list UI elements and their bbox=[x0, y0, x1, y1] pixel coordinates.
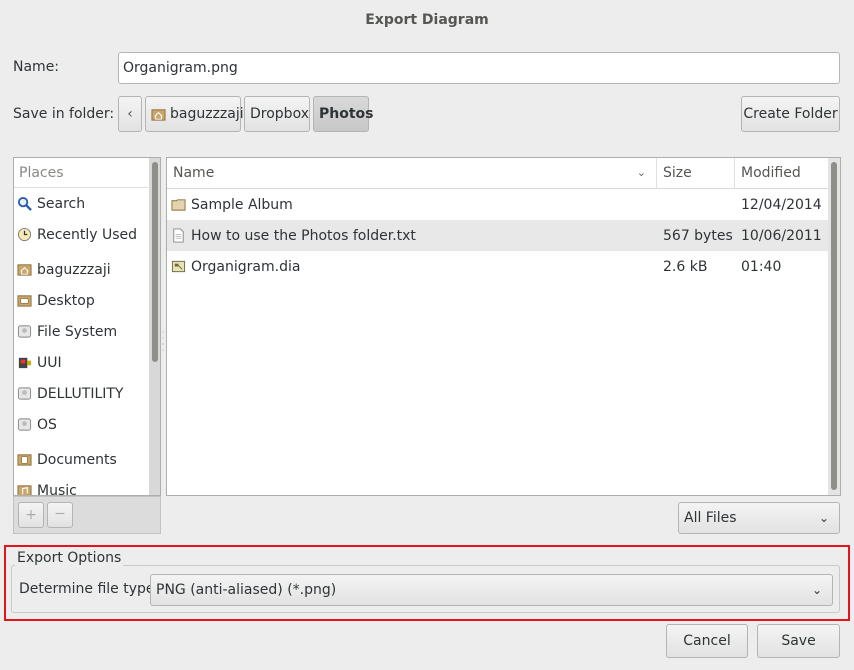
file-modified: 10/06/2011 bbox=[741, 227, 822, 244]
home-folder-icon bbox=[17, 264, 32, 276]
file-filter-value: All Files bbox=[684, 510, 737, 526]
file-list-scrollbar[interactable] bbox=[828, 158, 840, 495]
places-toolbar: + — bbox=[13, 496, 161, 534]
breadcrumb-home-label: baguzzzaji bbox=[170, 106, 244, 122]
place-item-music[interactable]: Music bbox=[14, 475, 148, 496]
breadcrumb-photos[interactable]: Photos bbox=[313, 96, 374, 132]
clock-icon bbox=[17, 227, 32, 242]
place-item-desktop[interactable]: Desktop bbox=[14, 285, 148, 316]
place-item-file-system[interactable]: File System bbox=[14, 316, 148, 347]
column-header-size[interactable]: Size bbox=[657, 158, 735, 188]
save-in-folder-label: Save in folder: bbox=[13, 106, 115, 122]
music-folder-icon bbox=[17, 485, 32, 495]
chevron-down-icon: ⌄ bbox=[811, 583, 822, 597]
breadcrumb-dropbox[interactable]: Dropbox bbox=[244, 96, 310, 132]
dia-file-icon bbox=[171, 260, 186, 273]
place-item-dellutility[interactable]: DELLUTILITY bbox=[14, 378, 148, 409]
place-item-uui[interactable]: UUI bbox=[14, 347, 148, 378]
export-options-legend: Export Options bbox=[15, 550, 124, 566]
place-label: File System bbox=[37, 323, 118, 340]
file-modified: 01:40 bbox=[741, 258, 782, 275]
text-file-icon bbox=[173, 228, 184, 243]
home-folder-icon bbox=[151, 108, 166, 121]
place-label: Documents bbox=[37, 451, 117, 468]
file-name: Sample Album bbox=[191, 196, 293, 213]
sort-chevron-down-icon: ⌄ bbox=[636, 166, 646, 179]
file-modified: 12/04/2014 bbox=[741, 196, 822, 213]
documents-folder-icon bbox=[17, 454, 32, 466]
place-item-search[interactable]: Search bbox=[14, 188, 148, 219]
place-label: Music bbox=[37, 482, 77, 496]
chevron-down-icon: ⌄ bbox=[818, 511, 829, 525]
usb-drive-icon bbox=[18, 357, 32, 369]
place-item-home[interactable]: baguzzzaji bbox=[14, 254, 148, 285]
places-sidebar: Places Search Recently Used baguzzzaji D… bbox=[13, 157, 161, 496]
file-name: How to use the Photos folder.txt bbox=[191, 227, 416, 244]
file-size: 567 bytes bbox=[663, 227, 733, 244]
place-label: UUI bbox=[37, 354, 62, 371]
file-list-scrollbar-thumb[interactable] bbox=[831, 162, 837, 490]
file-name: Organigram.dia bbox=[191, 258, 301, 275]
create-folder-button[interactable]: Create Folder bbox=[741, 96, 840, 132]
file-size: 2.6 kB bbox=[663, 258, 708, 275]
place-label: Search bbox=[37, 195, 86, 212]
breadcrumb-home[interactable]: baguzzzaji bbox=[145, 96, 244, 132]
drive-icon bbox=[17, 387, 32, 400]
places-list: Search Recently Used baguzzzaji Desktop … bbox=[14, 188, 148, 496]
file-row[interactable]: How to use the Photos folder.txt 567 byt… bbox=[167, 220, 840, 251]
drive-icon bbox=[17, 325, 32, 338]
file-type-combo[interactable]: PNG (anti-aliased) (*.png) ⌄ bbox=[150, 574, 833, 606]
file-list-header: Name ⌄ Size Modified bbox=[167, 158, 840, 189]
cancel-button[interactable]: Cancel bbox=[666, 624, 748, 658]
filename-input[interactable]: Organigram.png bbox=[118, 52, 840, 84]
chevron-left-icon: ‹ bbox=[127, 106, 133, 122]
file-type-label: Determine file type: bbox=[19, 581, 160, 597]
window-title: Export Diagram bbox=[365, 12, 489, 28]
file-row[interactable]: Organigram.dia 2.6 kB 01:40 bbox=[167, 251, 840, 282]
place-label: Recently Used bbox=[37, 226, 138, 243]
place-label: OS bbox=[37, 416, 57, 433]
remove-bookmark-button[interactable]: — bbox=[47, 502, 73, 528]
file-filter-combo[interactable]: All Files ⌄ bbox=[678, 502, 840, 534]
place-label: Desktop bbox=[37, 292, 95, 309]
place-item-recently-used[interactable]: Recently Used bbox=[14, 219, 148, 250]
place-item-os[interactable]: OS bbox=[14, 409, 148, 440]
file-row[interactable]: Sample Album 12/04/2014 bbox=[167, 189, 840, 220]
column-header-modified[interactable]: Modified bbox=[735, 158, 827, 188]
file-list: Name ⌄ Size Modified Sample Album 12/04/… bbox=[166, 157, 841, 496]
drive-icon bbox=[17, 418, 32, 431]
file-type-value: PNG (anti-aliased) (*.png) bbox=[156, 582, 337, 598]
pane-splitter-handle[interactable]: · · · · bbox=[161, 329, 165, 360]
search-icon bbox=[17, 196, 32, 211]
column-name-label: Name bbox=[173, 165, 215, 181]
place-item-documents[interactable]: Documents bbox=[14, 444, 148, 475]
name-label: Name: bbox=[13, 59, 60, 75]
desktop-folder-icon bbox=[17, 295, 32, 307]
path-back-button[interactable]: ‹ bbox=[118, 96, 142, 132]
save-button[interactable]: Save bbox=[757, 624, 840, 658]
column-header-name[interactable]: Name ⌄ bbox=[167, 158, 657, 188]
folder-icon bbox=[171, 199, 186, 211]
place-label: baguzzzaji bbox=[37, 261, 111, 278]
place-label: DELLUTILITY bbox=[37, 385, 124, 402]
places-scrollbar[interactable] bbox=[149, 158, 160, 495]
add-bookmark-button[interactable]: + bbox=[18, 502, 44, 528]
places-header: Places bbox=[19, 165, 64, 181]
places-scrollbar-thumb[interactable] bbox=[152, 162, 158, 362]
